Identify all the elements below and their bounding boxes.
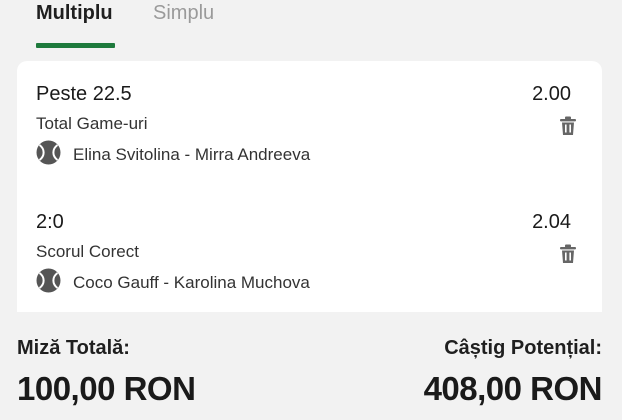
bet-event: Coco Gauff - Karolina Muchova [73,273,310,292]
tennis-ball-icon [36,268,61,293]
bet-item: 2:0 Scorul Corect 2.04 Coco Gauff - Karo… [17,189,602,309]
tab-simplu[interactable]: Simplu [153,2,214,25]
bet-type-tabs: Multiplu Simplu [0,0,622,50]
trash-icon[interactable] [557,243,579,265]
bet-market: Scorul Corect [36,242,139,261]
potential-win-amount: 408,00 RON [423,370,603,407]
bet-odds: 2.04 [532,211,571,233]
tab-multiplu[interactable]: Multiplu [36,2,113,25]
betslip-summary: Miză Totală: Câștig Potențial: 100,00 RO… [0,312,622,420]
tennis-ball-icon [36,140,61,165]
active-tab-indicator [36,43,115,48]
total-stake-label: Miză Totală: [17,337,130,359]
total-stake-amount: 100,00 RON [17,370,196,407]
trash-icon[interactable] [557,115,579,137]
bet-market: Total Game-uri [36,114,148,133]
bet-odds: 2.00 [532,83,571,105]
potential-win-label: Câștig Potențial: [444,337,602,359]
bet-item: Peste 22.5 Total Game-uri 2.00 Elina Svi… [17,61,602,181]
bet-event: Elina Svitolina - Mirra Andreeva [73,145,311,164]
betslip-card: Peste 22.5 Total Game-uri 2.00 Elina Svi… [17,61,602,312]
bet-selection: Peste 22.5 [36,83,132,105]
bet-selection: 2:0 [36,211,64,233]
